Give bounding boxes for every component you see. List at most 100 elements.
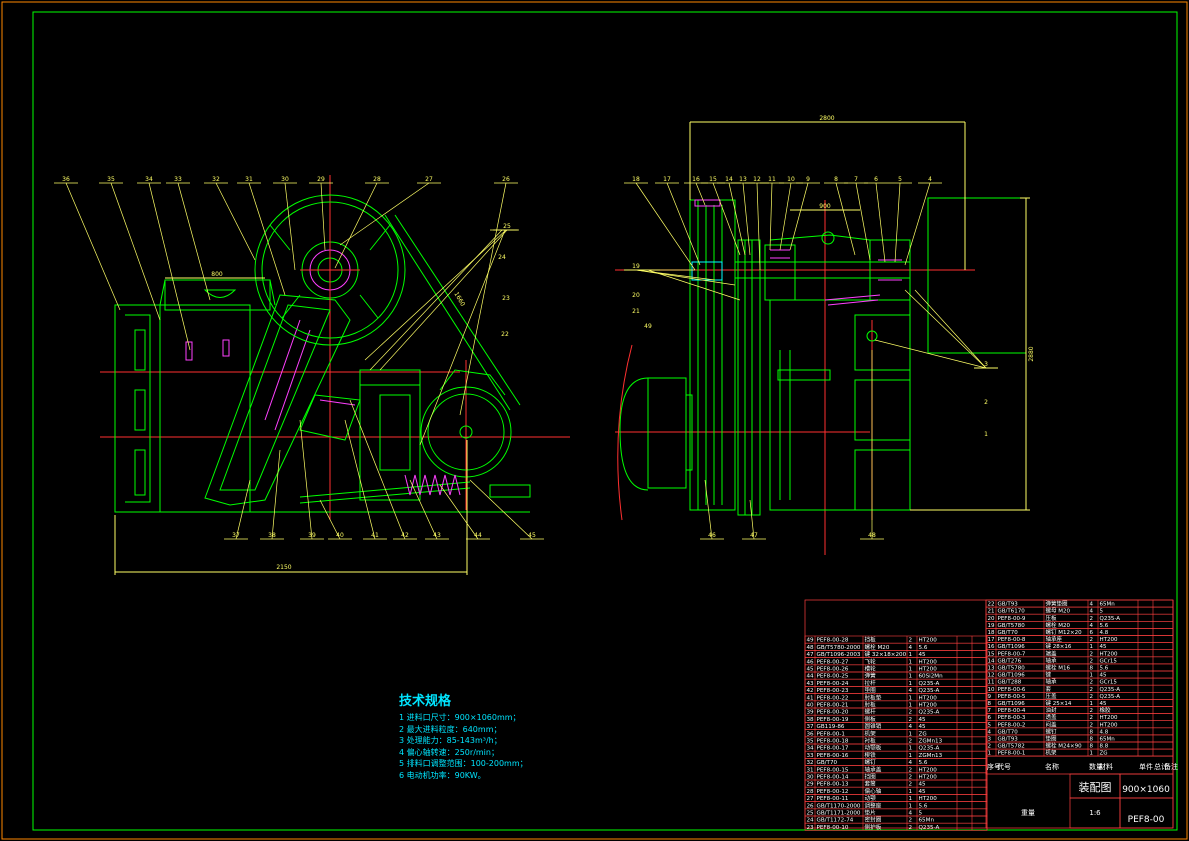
crusher-body [769, 299, 911, 511]
table-cell: 键 28×16 [1046, 642, 1072, 650]
table-cell: PEF8-00-16 [817, 753, 849, 759]
table-cell: 45 [919, 717, 927, 723]
table-cell: 31 [807, 767, 815, 773]
table-cell: PEF8-00-2 [998, 722, 1026, 728]
callout-number: 48 [868, 532, 876, 539]
table-cell: 螺栓 M16 [1046, 664, 1071, 672]
flywheel-side [689, 199, 736, 511]
header-cell: 材料 [1099, 762, 1113, 771]
table-cell: GB/T6170 [998, 609, 1026, 615]
callout-number: 9 [806, 176, 810, 183]
callout-number: 29 [317, 176, 325, 183]
callout-number: 26 [502, 176, 510, 183]
table-cell: 45 [1100, 644, 1107, 650]
table-cell: 闷盖 [1046, 720, 1058, 728]
table-cell: 5.6 [1100, 623, 1109, 629]
table-cell: Q235-A [1100, 694, 1121, 700]
table-cell: 1 [909, 667, 913, 673]
table-cell: 螺栓 M24×90 [1046, 742, 1083, 750]
table-cell: PEF8-00-14 [817, 775, 849, 781]
table-cell: 压板 [1046, 614, 1058, 622]
table-cell: GB/T1170-2000 [817, 803, 861, 809]
table-cell: GCr15 [1100, 658, 1118, 664]
table-cell: Q235-A [919, 710, 940, 716]
table-cell: 2 [1090, 637, 1094, 643]
table-cell: 挡圈 [865, 773, 877, 781]
table-cell: 螺杆 [865, 708, 877, 716]
spec-item: 5 排料口调整范围：100-200mm； [399, 759, 528, 768]
table-cell: 5.6 [919, 803, 928, 809]
table-cell: 键 25×14 [1046, 699, 1072, 707]
table-cell: 4 [1090, 623, 1094, 629]
table-cell: HT200 [1100, 651, 1118, 657]
table-cell: 1 [909, 789, 913, 795]
table-cell: 1 [909, 803, 913, 809]
table-cell: HT200 [919, 667, 938, 673]
callout-number: 27 [425, 176, 433, 183]
fixed-jaw-frame [114, 304, 161, 513]
table-cell: 2 [1090, 651, 1094, 657]
table-cell: GB/T5782 [998, 744, 1025, 750]
table-cell: 2 [1090, 708, 1094, 714]
callout-number: 46 [708, 532, 716, 539]
table-cell: GB/T1171-2000 [817, 811, 861, 817]
table-cell: GB/T70 [998, 729, 1019, 735]
callout-number: 20 [632, 292, 640, 299]
callout-number: 17 [663, 176, 671, 183]
table-cell: 肘板 [865, 701, 877, 709]
table-cell: 飞轮 [865, 657, 877, 665]
table-cell: 2 [909, 782, 913, 788]
callout-number: 45 [528, 532, 536, 539]
table-cell: 1 [1090, 644, 1094, 650]
table-cell: 楔铁 [865, 751, 877, 759]
table-cell: 圆锥销 [865, 722, 882, 730]
table-cell: PEF8-00-20 [817, 710, 849, 716]
table-cell: GCr15 [1100, 680, 1118, 686]
table-cell: 46 [807, 659, 815, 665]
table-cell: 1 [909, 753, 913, 759]
table-cell: 调整座 [865, 801, 882, 809]
dimension-inner-right: 900 [819, 203, 831, 210]
table-cell: PEF8-00-19 [817, 717, 849, 723]
dimension-inner: 800 [211, 271, 223, 278]
table-cell: HT200 [1100, 637, 1118, 643]
table-cell: 侧板 [865, 715, 877, 723]
callout-number: 1 [984, 431, 988, 438]
table-cell: 8 [1090, 744, 1094, 750]
table-cell: HT200 [919, 775, 938, 781]
table-cell: 12 [988, 673, 995, 679]
table-cell: 1 [909, 746, 913, 752]
table-cell: 27 [807, 796, 815, 802]
table-cell: 21 [988, 609, 995, 615]
callout-number: 42 [401, 532, 409, 539]
table-cell: 39 [807, 710, 815, 716]
table-cell: 透盖 [1046, 713, 1058, 721]
callout-number: 41 [371, 532, 379, 539]
table-cell: GB119-86 [817, 724, 845, 730]
table-cell: PEF8-00-11 [817, 796, 849, 802]
dimension-width: 2150 [276, 564, 291, 571]
table-cell: PEF8-00-23 [817, 688, 849, 694]
table-cell: 30 [807, 775, 815, 781]
table-cell: GB/T70 [817, 760, 838, 766]
table-cell: GB/T5780 [998, 666, 1026, 672]
table-cell: 螺钉 [1046, 727, 1058, 735]
callout-number: 39 [308, 532, 316, 539]
table-cell: 60Si2Mn [919, 674, 944, 680]
table-cell: 65Mn [1100, 737, 1116, 743]
table-cell: 键 [1046, 671, 1052, 679]
table-cell: HT200 [919, 703, 938, 709]
table-cell: 2 [909, 739, 913, 745]
table-cell: 11 [988, 680, 995, 686]
table-cell: 1 [909, 674, 913, 680]
table-cell: 肘板垫 [865, 693, 882, 701]
table-cell: HT200 [919, 659, 938, 665]
table-cell: 螺母 M20 [1046, 607, 1071, 615]
table-cell: GB/T276 [998, 658, 1022, 664]
assembly-drawing: 2150 800 1660 2800 900 2880 36 35 34 33 … [1, 1, 1188, 840]
callout-number: 47 [750, 532, 758, 539]
table-cell: 弹簧 [865, 672, 877, 680]
table-cell: 38 [807, 717, 815, 723]
callout-number: 32 [212, 176, 220, 183]
header-cell: 单件 [1139, 762, 1153, 771]
